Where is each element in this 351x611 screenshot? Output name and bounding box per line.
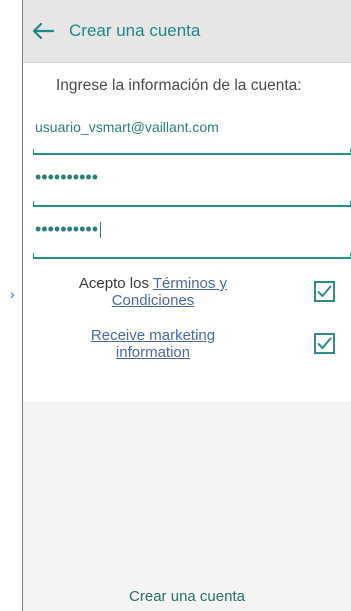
chevron-right-icon: › <box>10 286 15 302</box>
page-title: Crear una cuenta <box>69 21 201 40</box>
marketing-checkbox[interactable] <box>314 333 335 354</box>
terms-checkbox[interactable] <box>314 281 335 302</box>
terms-link[interactable]: Términos y <box>153 275 227 292</box>
password-value: •••••••••• <box>35 167 99 187</box>
checkmark-icon <box>317 337 332 349</box>
confirm-password-value: •••••••••• <box>35 219 102 240</box>
password-field[interactable]: •••••••••• <box>33 161 351 213</box>
form-panel: Ingrese la información de la cuenta: usu… <box>23 63 351 403</box>
password-underline <box>33 201 351 207</box>
terms-row: Acepto los Términos y Condiciones <box>23 273 351 323</box>
back-button[interactable] <box>23 0 63 62</box>
checkmark-icon <box>317 285 332 297</box>
text-caret <box>100 222 102 239</box>
confirm-password-underline <box>33 253 351 259</box>
email-underline <box>33 149 351 155</box>
marketing-link-line2[interactable]: information <box>116 344 190 361</box>
form-subtitle: Ingrese la información de la cuenta: <box>56 77 302 94</box>
back-arrow-icon <box>32 22 54 40</box>
terms-link-line2[interactable]: Condiciones <box>112 292 195 309</box>
confirm-password-field[interactable]: •••••••••• <box>33 213 351 265</box>
mobile-screen: Crear una cuenta Ingrese la información … <box>22 0 351 611</box>
marketing-link[interactable]: Receive marketing <box>91 327 215 344</box>
create-account-button[interactable]: Crear una cuenta <box>23 581 351 611</box>
email-value: usuario_vsmart@vaillant.com <box>35 119 219 135</box>
marketing-row: Receive marketing information <box>23 323 351 373</box>
terms-label: Acepto los Términos y Condiciones <box>78 275 228 309</box>
app-header: Crear una cuenta <box>23 0 351 63</box>
marketing-label: Receive marketing information <box>43 327 263 361</box>
email-field[interactable]: usuario_vsmart@vaillant.com <box>33 109 351 161</box>
